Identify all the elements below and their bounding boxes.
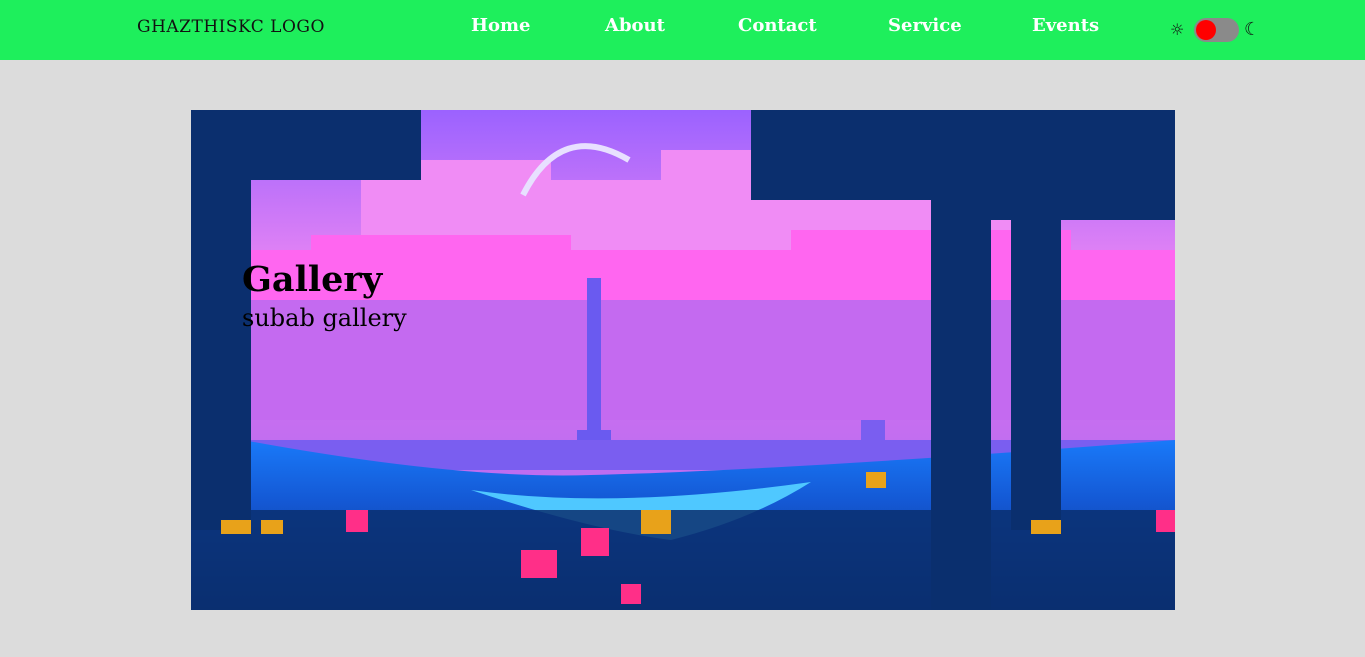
- sun-icon: ☼: [1170, 20, 1185, 39]
- nav-link-home[interactable]: Home: [471, 15, 531, 36]
- nav-link-events[interactable]: Events: [1032, 15, 1099, 36]
- theme-switcher: ☼ ☾: [1170, 17, 1265, 43]
- theme-toggle[interactable]: [1194, 18, 1239, 42]
- navbar: GHAZTHISKC LOGO Home About Contact Servi…: [0, 0, 1365, 60]
- toggle-knob[interactable]: [1196, 20, 1216, 40]
- hero-subtitle: subab gallery: [242, 304, 407, 332]
- nav-link-about[interactable]: About: [605, 15, 665, 36]
- site-logo[interactable]: GHAZTHISKC LOGO: [137, 17, 325, 37]
- nav-link-service[interactable]: Service: [888, 15, 962, 36]
- nav-link-contact[interactable]: Contact: [738, 15, 817, 36]
- hero-title: Gallery: [242, 259, 383, 300]
- hero-banner: Gallery subab gallery: [191, 110, 1175, 610]
- hero-background-illustration: [191, 110, 1175, 610]
- moon-icon: ☾: [1244, 19, 1261, 40]
